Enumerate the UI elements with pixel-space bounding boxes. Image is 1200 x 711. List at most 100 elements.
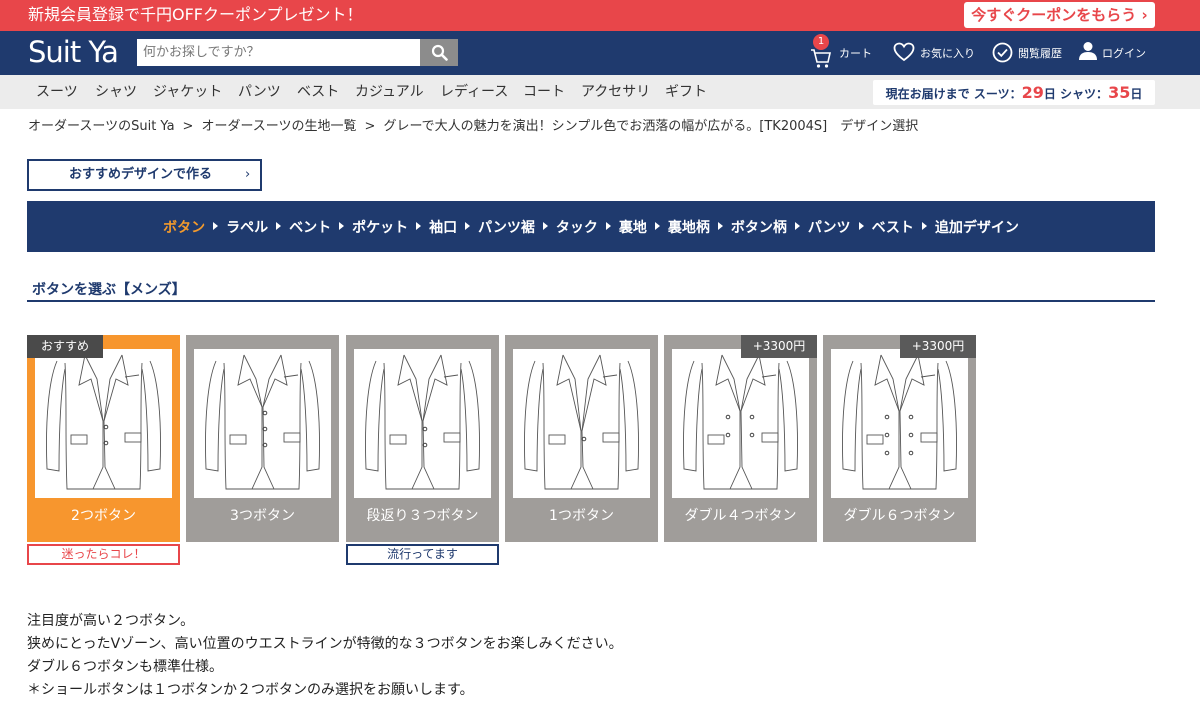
option-name: ダブル６つボタン — [843, 508, 956, 524]
favorites-link[interactable]: お気に入り — [893, 31, 978, 75]
step-arrow-icon — [542, 221, 548, 230]
jacket-illustration — [831, 349, 968, 498]
search-button[interactable] — [420, 39, 458, 66]
option-description: 注目度が高い２つボタン。 狭めにとったVゾーン、高い位置のウエストラインが特徴的… — [27, 610, 623, 702]
promo-text: 新規会員登録で千円OFFクーポンプレゼント！ — [28, 5, 363, 24]
step-arrow-icon — [717, 221, 723, 230]
nav-item-pants[interactable]: パンツ — [238, 83, 281, 101]
step-tuck[interactable]: タック — [556, 217, 598, 237]
option-name: 1つボタン — [549, 508, 614, 524]
step-lining[interactable]: 裏地 — [619, 217, 647, 237]
option-card-3-button[interactable]: 3つボタン — [186, 335, 339, 542]
nav-item-vests[interactable]: ベスト — [297, 83, 339, 101]
step-arrow-icon — [654, 221, 660, 230]
breadcrumb-home[interactable]: オーダースーツのSuit Ya — [28, 119, 175, 134]
delivery-mid: 日 シャツ： — [1043, 87, 1109, 101]
step-additional-design[interactable]: 追加デザイン — [935, 217, 1019, 237]
description-line: 狭めにとったVゾーン、高い位置のウエストラインが特徴的な３つボタンをお楽しみくだ… — [27, 636, 623, 652]
step-vent[interactable]: ベント — [289, 217, 331, 237]
description-line: ダブル６つボタンも標準仕様。 — [27, 659, 223, 675]
option-card-double-4-button[interactable]: +3300円 ダブル４つボタン — [664, 335, 817, 542]
option-card-1-button[interactable]: 1つボタン — [505, 335, 658, 542]
jacket-illustration — [35, 349, 172, 498]
breadcrumb-current: グレーで大人の魅力を演出！シンプル色でお洒落の幅が広がる。[TK2004S] デ… — [383, 119, 919, 134]
nav-item-jackets[interactable]: ジャケット — [153, 83, 222, 101]
jacket-illustration — [354, 349, 491, 498]
option-card-2-button[interactable]: おすすめ 2つボタン — [27, 335, 180, 542]
section-divider — [27, 300, 1155, 302]
search-icon — [431, 44, 448, 61]
user-icon — [1079, 42, 1097, 60]
option-name: 3つボタン — [230, 508, 295, 524]
recommended-design-button[interactable]: おすすめデザインで作る › — [27, 159, 262, 191]
step-arrow-icon — [794, 221, 800, 230]
trending-badge: 流行ってます — [346, 544, 499, 565]
option-card-double-6-button[interactable]: +3300円 ダブル６つボタン — [823, 335, 976, 542]
step-arrow-icon — [339, 221, 345, 230]
breadcrumb-fabric-list[interactable]: オーダースーツの生地一覧 — [201, 119, 356, 134]
promo-bar: 新規会員登録で千円OFFクーポンプレゼント！ 今すぐクーポンをもらう › — [0, 0, 1200, 31]
price-tag: +3300円 — [741, 335, 817, 358]
step-pants[interactable]: パンツ — [808, 217, 851, 237]
step-arrow-icon — [858, 221, 864, 230]
design-steps-bar: ボタン ラペル ベント ポケット 袖口 パンツ裾 タック 裏地 裏地柄 ボタン柄… — [27, 201, 1155, 252]
step-pants-hem[interactable]: パンツ裾 — [478, 217, 535, 237]
option-name: ダブル４つボタン — [684, 508, 797, 524]
best-choice-badge: 迷ったらコレ！ — [27, 544, 180, 565]
nav-item-ladies[interactable]: レディース — [440, 83, 508, 101]
chevron-right-icon: › — [245, 167, 251, 182]
option-card-3-roll-2-button[interactable]: 段返り３つボタン — [346, 335, 499, 542]
category-nav: スーツ シャツ ジャケット パンツ ベスト カジュアル レディース コート アク… — [0, 75, 1200, 109]
history-link[interactable]: 閲覧履歴 — [992, 31, 1067, 75]
check-circle-icon — [992, 42, 1013, 63]
delivery-suit-days: 29 — [1021, 83, 1044, 102]
description-line: 注目度が高い２つボタン。 — [27, 613, 195, 629]
site-logo[interactable]: Suit Ya — [28, 35, 119, 69]
login-link[interactable]: ログイン — [1078, 31, 1148, 75]
delivery-suffix: 日 — [1130, 87, 1143, 101]
login-label: ログイン — [1102, 47, 1146, 60]
step-arrow-icon — [276, 221, 282, 230]
breadcrumb-separator: > — [364, 119, 376, 134]
get-coupon-button[interactable]: 今すぐクーポンをもらう › — [964, 2, 1155, 28]
cart-label: カート — [839, 47, 872, 60]
jacket-illustration — [672, 349, 809, 498]
search-input[interactable] — [137, 39, 420, 66]
breadcrumb: オーダースーツのSuit Ya > オーダースーツの生地一覧 > グレーで大人の魅力を演… — [28, 119, 918, 135]
price-tag: +3300円 — [900, 335, 976, 358]
nav-item-shirts[interactable]: シャツ — [95, 83, 137, 101]
cart-icon — [811, 49, 831, 68]
nav-item-suits[interactable]: スーツ — [36, 83, 78, 101]
step-lining-pattern[interactable]: 裏地柄 — [668, 217, 710, 237]
section-title: ボタンを選ぶ【メンズ】 — [32, 282, 186, 298]
site-header: Suit Ya カート 1 お気に入り 閲覧履歴 ログイン — [0, 31, 1200, 75]
step-arrow-icon — [416, 221, 422, 230]
nav-item-coats[interactable]: コート — [523, 83, 565, 101]
jacket-illustration — [513, 349, 650, 498]
step-lapel[interactable]: ラペル — [226, 217, 268, 237]
delivery-shirt-days: 35 — [1108, 83, 1131, 102]
step-button-pattern[interactable]: ボタン柄 — [731, 217, 787, 237]
step-arrow-icon — [605, 221, 611, 230]
heart-icon — [893, 42, 915, 62]
nav-item-gifts[interactable]: ギフト — [665, 83, 707, 101]
history-label: 閲覧履歴 — [1018, 47, 1062, 60]
option-name: 2つボタン — [71, 508, 136, 524]
cart-count-badge: 1 — [813, 34, 829, 50]
step-arrow-icon — [921, 221, 927, 230]
recommended-tag: おすすめ — [27, 335, 103, 358]
step-cuff[interactable]: 袖口 — [429, 217, 457, 237]
step-arrow-icon — [213, 221, 219, 230]
favorites-label: お気に入り — [920, 47, 975, 60]
nav-item-accessories[interactable]: アクセサリ — [581, 83, 650, 101]
breadcrumb-separator: > — [182, 119, 194, 134]
step-vest[interactable]: ベスト — [872, 217, 914, 237]
jacket-illustration — [194, 349, 331, 498]
step-pocket[interactable]: ポケット — [352, 217, 408, 237]
delivery-estimate: 現在お届けまで スーツ：29日 シャツ：35日 — [873, 80, 1155, 105]
nav-item-casual[interactable]: カジュアル — [355, 83, 424, 101]
recommended-design-label: おすすめデザインで作る — [69, 167, 213, 182]
step-buttons[interactable]: ボタン — [163, 217, 205, 237]
step-arrow-icon — [465, 221, 471, 230]
description-line: ＊ショールボタンは１つボタンか２つボタンのみ選択をお願いします。 — [27, 682, 474, 698]
